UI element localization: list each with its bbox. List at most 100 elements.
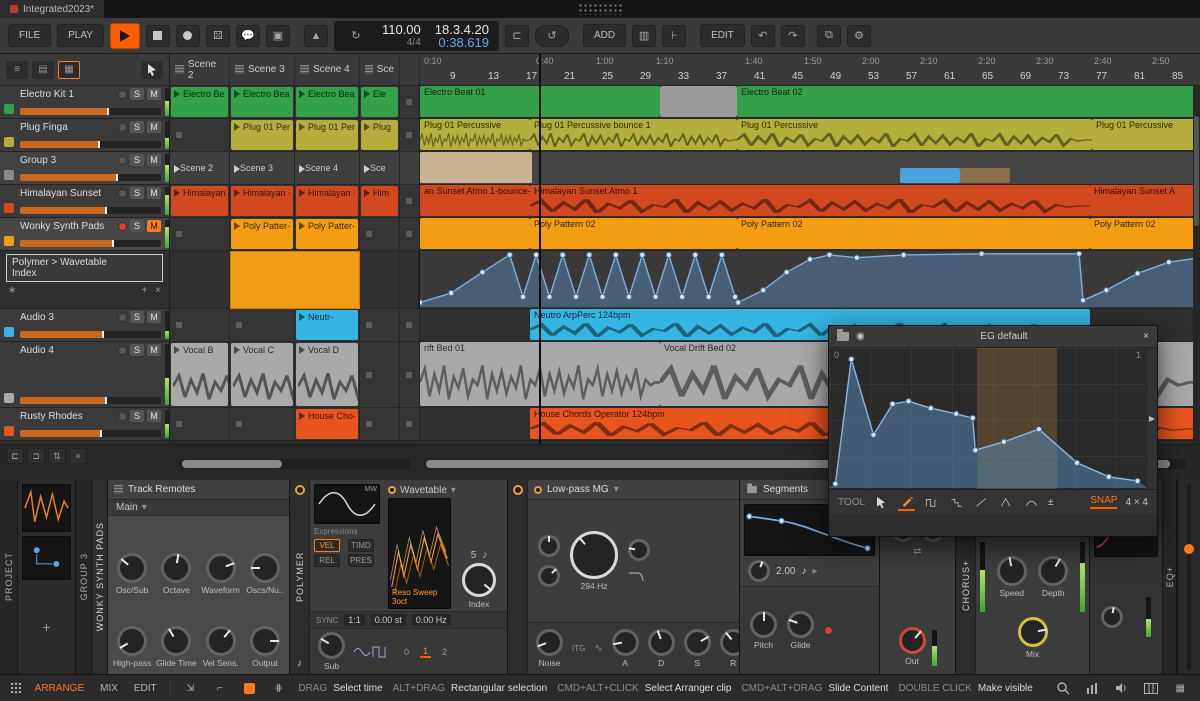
volume-slider[interactable] [20, 141, 161, 148]
launcher-clip[interactable]: Electro Bea- [231, 87, 293, 117]
sustain-knob[interactable] [683, 629, 711, 656]
depth-knob[interactable] [1038, 555, 1069, 586]
device-power-button[interactable] [512, 485, 523, 495]
volume-slider[interactable] [20, 174, 161, 181]
track-row[interactable]: Electro Kit 1 S M [0, 86, 169, 119]
grid-division-label[interactable]: 4 × 4 [1125, 497, 1148, 508]
solo-button[interactable]: S [130, 154, 144, 166]
edit-menu-button[interactable]: EDIT [700, 24, 745, 47]
clip-slot[interactable]: Vocal B [170, 342, 230, 407]
out-knob[interactable] [898, 627, 926, 654]
track-row[interactable]: Plug Finga S M [0, 119, 169, 152]
metronome-button[interactable]: ▲ [303, 24, 328, 47]
settings-button[interactable]: ⚙ [846, 24, 871, 47]
group-scene-slot[interactable]: Scene 4 [295, 152, 360, 184]
ratio-value[interactable]: 1:1 [344, 614, 365, 626]
view-tab-mix[interactable]: MIX [97, 681, 121, 696]
punch-in-button[interactable]: ⊏ [504, 24, 529, 47]
file-menu-button[interactable]: FILE [8, 24, 52, 47]
mute-button[interactable]: M [147, 410, 161, 422]
add-device-button[interactable]: + [18, 580, 75, 674]
remote-knob[interactable] [249, 626, 280, 656]
keyboard-icon[interactable]: ♪ [297, 658, 302, 669]
launcher-clip[interactable]: Himalayan - [296, 186, 358, 216]
display-icon[interactable]: ▦ [1171, 679, 1190, 697]
filter-title[interactable]: Low-pass MG [547, 484, 609, 495]
clip-slot[interactable]: Him [360, 185, 400, 217]
mod-wheel-display[interactable]: MW [314, 484, 380, 524]
mute-button-on[interactable]: M [147, 220, 161, 232]
remove-button[interactable]: × [155, 285, 161, 296]
midi-keyboard-icon[interactable] [1141, 679, 1160, 697]
solo-button[interactable]: S [130, 410, 144, 422]
detune-hz-value[interactable]: 0.00 Hz [411, 614, 451, 626]
arm-button[interactable] [118, 188, 127, 198]
scene-header[interactable]: Sce [360, 54, 400, 85]
launcher-view-button[interactable]: ▥ [632, 24, 657, 47]
clip-slot[interactable]: Himalayan - [230, 185, 295, 217]
remote-knob[interactable] [205, 553, 236, 583]
remotes-page-select[interactable]: Main [116, 502, 138, 513]
track-rail[interactable]: WONKY SYNTH PADS [92, 480, 108, 674]
glide-knob[interactable] [787, 611, 814, 638]
volume-slider[interactable] [20, 108, 161, 115]
clip-slot[interactable]: Himalayan - [295, 185, 360, 217]
arm-button-on[interactable] [118, 221, 127, 231]
eq-gain-knob[interactable] [1101, 605, 1124, 628]
release-knob[interactable] [719, 629, 739, 656]
scene-header[interactable]: Scene 2 [170, 54, 230, 85]
add-track-button[interactable]: ADD [582, 24, 627, 47]
groove-button[interactable]: ⚄ [205, 24, 230, 47]
track-row[interactable]: Himalayan Sunset S M [0, 185, 169, 218]
launcher-clip[interactable]: Neutr- [296, 310, 358, 340]
expression-button[interactable]: PRES [348, 554, 374, 567]
swap-order-icon[interactable]: ⇅ [48, 448, 66, 464]
arranger-clip[interactable]: Plug 01 Percussive [420, 119, 530, 150]
scene-header[interactable]: Scene 4 [295, 54, 360, 85]
track-row[interactable]: Rusty Rhodes S M [0, 408, 169, 441]
follow-playback-icon[interactable]: ⇲ [181, 679, 200, 697]
pitch-knob[interactable] [750, 611, 777, 638]
arranger-clip[interactable] [420, 218, 530, 249]
mixer-toggle-icon[interactable]: ≡ [6, 60, 28, 79]
envelope-curve[interactable] [829, 348, 1147, 488]
clip-slot[interactable] [170, 408, 230, 440]
mute-button[interactable]: M [147, 311, 161, 323]
index-knob[interactable] [462, 563, 496, 597]
arranger-clip-muted[interactable] [660, 86, 737, 117]
mix-knob[interactable] [1017, 616, 1048, 647]
narrow-tracks-icon[interactable]: ⊏ [6, 448, 24, 464]
track-row-selected[interactable]: Wonky Synth Pads S M [0, 218, 169, 251]
panel-grid-icon[interactable] [10, 682, 22, 694]
volume-slider[interactable] [20, 331, 161, 338]
arm-button[interactable] [118, 312, 127, 322]
volume-slider[interactable] [20, 397, 161, 404]
expression-button[interactable]: TIMD [348, 539, 374, 552]
clip-slot[interactable] [230, 309, 295, 341]
solo-button[interactable]: S [130, 187, 144, 199]
clip-slot[interactable] [170, 218, 230, 250]
step-shape-icon[interactable] [948, 494, 965, 511]
segments-rate-knob[interactable] [748, 560, 770, 582]
pointer-tool-icon[interactable] [141, 60, 163, 79]
arranger-view-button[interactable]: ⊦ [662, 24, 687, 47]
preset-folder-icon[interactable] [747, 483, 757, 494]
note-sync-icon[interactable]: ♪ [801, 566, 806, 577]
clip-slot[interactable]: Himalayan - [170, 185, 230, 217]
timesig-display[interactable]: 4/4 [382, 36, 421, 49]
launcher-clip[interactable]: Poly Patter- [231, 219, 293, 249]
launcher-clip[interactable]: Electro Bea- [171, 87, 228, 117]
list-view-icon[interactable]: ▤ [32, 60, 54, 79]
detune-st-value[interactable]: 0.00 st [370, 614, 406, 626]
stop-slot[interactable] [399, 251, 419, 308]
arm-button[interactable] [118, 411, 127, 421]
arranger-track-lane[interactable]: Plug 01 Percussive Plug 01 Percussive bo… [420, 119, 1200, 152]
timeline-ruler[interactable]: 0:10 0:40 1:00 1:10 1:40 1:50 2:00 2:10 2:20… [420, 54, 1200, 86]
mute-button[interactable]: M [147, 88, 161, 100]
playhead[interactable] [539, 54, 541, 444]
comment-button[interactable]: 💬 [235, 24, 260, 47]
loop-toggle[interactable]: ↺ [534, 24, 569, 47]
arm-button[interactable] [118, 122, 127, 132]
add-modulator-button[interactable]: + [141, 285, 147, 296]
device-power-button[interactable] [294, 485, 305, 495]
